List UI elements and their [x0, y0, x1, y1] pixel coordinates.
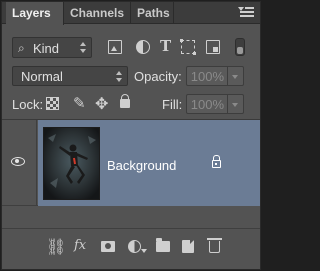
- select-arrows-icon: [80, 42, 87, 54]
- trash-icon[interactable]: [207, 238, 222, 253]
- fill-field[interactable]: 100%: [186, 94, 228, 114]
- new-group-icon[interactable]: [156, 238, 170, 252]
- lock-label: Lock:: [12, 97, 44, 112]
- fx-icon[interactable]: fx: [74, 238, 86, 253]
- panel-tab-bar: Layers Channels Paths: [2, 2, 260, 25]
- add-mask-icon[interactable]: [101, 241, 115, 252]
- panel-menu-icon[interactable]: [238, 7, 254, 17]
- smart-object-filter-icon[interactable]: [206, 40, 220, 54]
- search-icon: ⌕: [18, 41, 25, 55]
- eye-icon: [11, 157, 25, 166]
- link-layers-icon[interactable]: ⛓: [46, 237, 66, 257]
- filter-kind-label: Kind: [33, 41, 60, 56]
- fill-value: 100%: [190, 97, 224, 112]
- type-layer-filter-icon[interactable]: T: [160, 37, 174, 55]
- panel-footer: ⛓ fx: [2, 228, 260, 269]
- layer-name[interactable]: Background: [107, 158, 176, 173]
- opacity-field[interactable]: 100%: [186, 66, 228, 86]
- tab-layers[interactable]: Layers: [6, 2, 64, 25]
- shape-layer-filter-icon[interactable]: [180, 39, 196, 55]
- new-layer-icon[interactable]: [182, 240, 194, 253]
- adjustment-caret-icon: [141, 249, 147, 253]
- opacity-value: 100%: [190, 69, 224, 84]
- select-arrows-icon: [116, 71, 123, 83]
- fill-dropdown-button[interactable]: [228, 94, 244, 114]
- fill-label: Fill:: [162, 97, 183, 112]
- blend-mode-value: Normal: [21, 69, 63, 84]
- layer-selected-area[interactable]: Background: [38, 120, 260, 206]
- blend-mode-select[interactable]: Normal: [12, 66, 128, 86]
- thumbnail-image: [44, 128, 99, 199]
- lock-all-icon[interactable]: [120, 94, 130, 108]
- adjustment-layer-icon[interactable]: [128, 240, 141, 253]
- layer-row[interactable]: Background: [2, 120, 260, 206]
- lock-icon: [212, 155, 221, 168]
- layers-panel: Layers Channels Paths ⌕ Kind T Normal Op…: [1, 1, 261, 270]
- opacity-label: Opacity:: [134, 69, 182, 84]
- layer-list: Background: [2, 120, 260, 228]
- lock-transparent-pixels-icon[interactable]: [46, 97, 59, 110]
- pixel-layer-filter-icon[interactable]: [108, 40, 122, 54]
- tab-channels[interactable]: Channels: [64, 2, 131, 24]
- filter-kind-select[interactable]: ⌕ Kind: [12, 37, 92, 58]
- visibility-toggle[interactable]: [2, 120, 37, 206]
- tab-paths[interactable]: Paths: [131, 2, 174, 24]
- opacity-dropdown-button[interactable]: [228, 66, 244, 86]
- filter-toggle-switch[interactable]: [235, 38, 245, 56]
- lock-position-icon[interactable]: ✥: [95, 94, 108, 114]
- adjustment-layer-filter-icon[interactable]: [136, 40, 150, 54]
- layer-thumbnail[interactable]: [43, 127, 100, 200]
- lock-image-pixels-icon[interactable]: ✎: [73, 94, 86, 112]
